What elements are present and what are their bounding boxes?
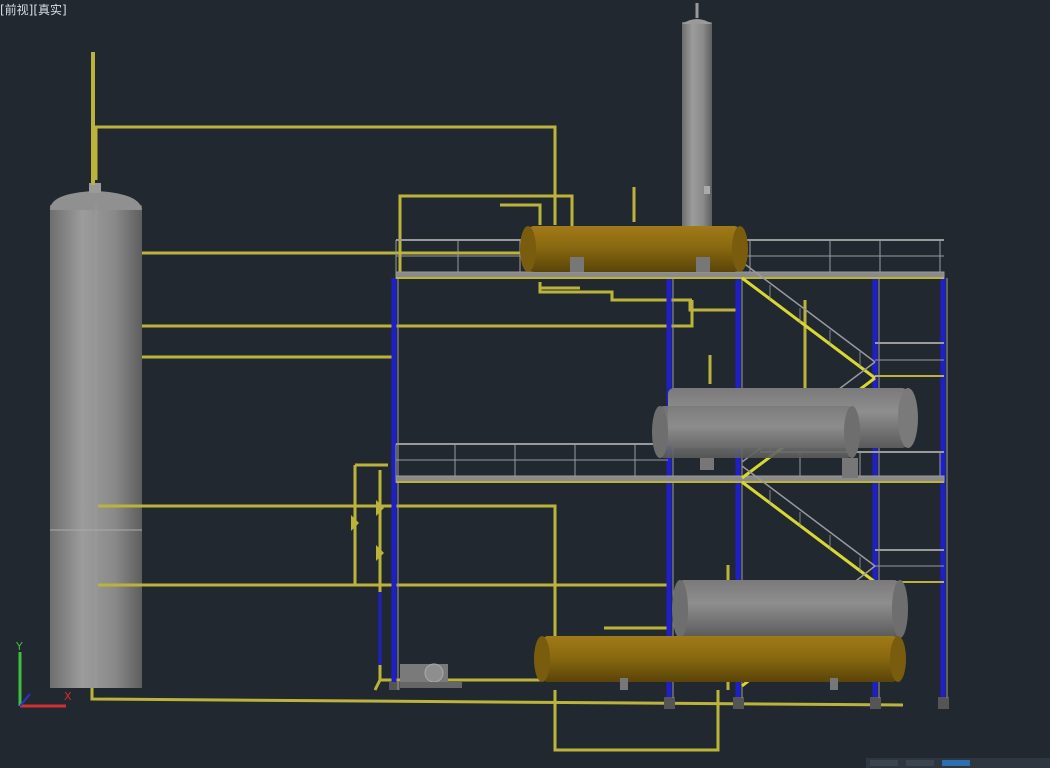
workspace-icon[interactable] <box>942 760 970 766</box>
middle-horizontal-drum[interactable] <box>652 388 918 478</box>
top-horizontal-drum[interactable] <box>520 226 748 272</box>
status-bar[interactable] <box>866 758 1050 768</box>
model-space-icon[interactable] <box>870 760 898 766</box>
lower-horizontal-drum[interactable] <box>672 580 908 638</box>
ucs-x-label: X <box>64 690 72 703</box>
grid-icon[interactable] <box>906 760 934 766</box>
drawing-viewport[interactable]: [前视][真实] Y X <box>0 0 1050 768</box>
top-stack-vessel[interactable] <box>682 3 712 227</box>
bottom-horizontal-drum[interactable] <box>534 636 906 690</box>
stair-landings[interactable] <box>875 342 944 583</box>
plant-model-drawing[interactable]: Y X <box>0 0 1050 768</box>
ucs-y-label: Y <box>15 640 23 653</box>
